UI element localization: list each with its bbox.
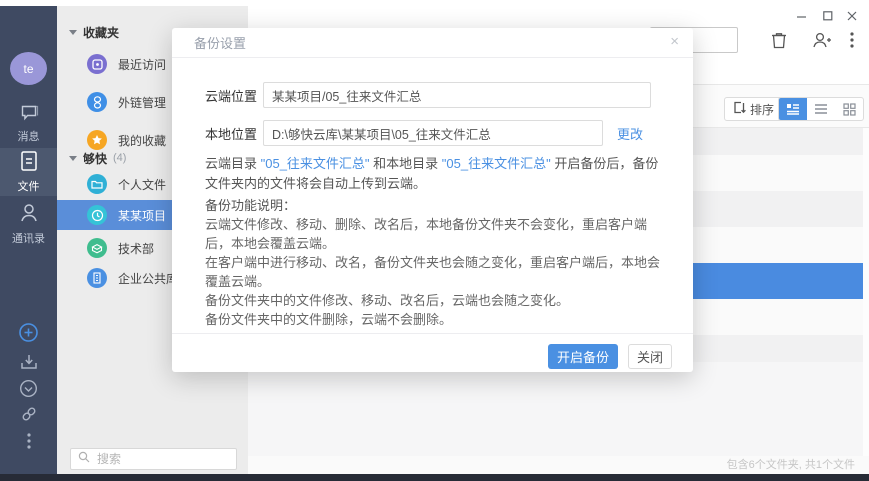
box-icon [87,238,107,258]
trash-button[interactable] [767,29,791,51]
intro-text: 云端目录 [205,156,261,171]
sort-label: 排序 [750,101,774,118]
kebab-menu-icon [27,433,31,454]
view-list-button[interactable] [807,98,835,120]
add-button[interactable] [0,322,57,348]
window-minimize-button[interactable] [791,8,813,24]
rail-item-messages[interactable]: 消息 [0,102,57,146]
rail-item-label: 消息 [18,128,40,144]
note-line: 备份文件夹中的文件删除，云端不会删除。 [205,310,665,329]
local-location-input[interactable] [263,120,603,146]
section-header-label: 够快 [83,150,107,167]
local-location-label: 本地位置 [205,120,257,146]
close-dialog-button[interactable]: 关闭 [628,344,672,369]
status-summary: 包含6个文件夹, 共1个文件 [727,456,855,472]
intro-text: 和本地目录 [370,156,442,171]
note-line: 备份文件夹中的文件修改、移动、改名后，云端也会随之变化。 [205,291,665,310]
cloud-folder-name: "05_往来文件汇总" [261,156,370,171]
recent-access-icon [87,54,107,74]
dialog-title: 备份设置 [194,33,246,52]
enable-backup-button[interactable]: 开启备份 [548,344,618,369]
sidebar-section-favorites[interactable]: 收藏夹 [69,22,119,42]
taskbar-strip [0,474,869,481]
arrow-down-circle-icon [19,379,38,403]
cloud-location-label: 云端位置 [205,82,257,108]
avatar[interactable]: te [10,52,47,85]
sort-button[interactable]: 排序 [724,97,783,121]
note-line: 云端文件修改、移动、删除、改名后，本地备份文件夹不会变化，重启客户端后，本地会覆… [205,215,665,253]
sidebar-item-label: 技术部 [118,240,154,257]
view-switcher [778,97,864,121]
link-icon [20,405,38,428]
sidebar-item-label: 企业公共库 [118,270,178,287]
rail-item-label: 通讯录 [12,230,45,246]
search-icon [78,450,90,468]
sort-icon [733,101,746,117]
person-icon [19,202,39,227]
caret-down-icon [69,156,77,161]
sidebar-item-label: 最近访问 [118,56,166,73]
window-maximize-button[interactable] [817,8,839,24]
rail-item-files[interactable]: 文件 [0,148,57,196]
change-location-link[interactable]: 更改 [617,120,643,146]
star-icon [87,130,107,150]
notes-heading: 备份功能说明： [205,195,296,214]
clock-icon [87,205,107,225]
file-list-background [248,362,863,456]
dialog-footer: 开启备份 关闭 [172,333,693,372]
window-close-button[interactable] [841,8,863,24]
sidebar-item-label: 个人文件 [118,176,166,193]
folder-icon [87,174,107,194]
note-line: 在客户端中进行移动、改名，备份文件夹也会随之变化，重启客户端后，本地会覆盖云端。 [205,253,665,291]
more-button[interactable] [0,433,57,454]
app-window: te 消息 文件 通讯录 [0,0,869,481]
backup-intro-text: 云端目录 "05_往来文件汇总" 和本地目录 "05_往来文件汇总" 开启备份后… [205,154,663,194]
caret-down-icon [69,30,77,35]
close-icon[interactable]: × [670,33,679,50]
message-bubble-icon [18,105,40,125]
library-count: (4) [113,152,126,164]
view-grid-button[interactable] [835,98,863,120]
sidebar-item-label: 某某项目 [118,207,166,224]
download-tray-icon [19,353,39,377]
updates-button[interactable] [0,379,57,403]
document-icon [19,150,39,175]
chain-link-icon [87,92,107,112]
cloud-location-input[interactable] [263,82,651,108]
backup-settings-dialog: 备份设置 × 云端位置 本地位置 更改 云端目录 "05_往来文件汇总" 和本地… [172,28,693,372]
sidebar-search[interactable] [70,448,237,470]
header-more-button[interactable] [840,29,864,51]
sidebar-section-library[interactable]: 够快 (4) [69,148,126,168]
dialog-titlebar: 备份设置 [172,28,693,58]
sidebar-item-label: 我的收藏 [118,132,166,149]
link-share-button[interactable] [0,405,57,428]
view-detail-button[interactable] [779,98,807,120]
import-button[interactable] [0,353,57,377]
building-icon [87,268,107,288]
sidebar-item-label: 外链管理 [118,94,166,111]
plus-circle-icon [18,322,39,348]
section-header-label: 收藏夹 [83,24,119,41]
rail-item-label: 文件 [18,178,40,194]
notes-list: 云端文件修改、移动、删除、改名后，本地备份文件夹不会变化，重启客户端后，本地会覆… [205,215,665,329]
local-folder-name: "05_往来文件汇总" [442,156,551,171]
add-member-button[interactable] [810,29,834,51]
search-input[interactable] [95,451,215,467]
left-rail: te 消息 文件 通讯录 [0,6,57,474]
scrollbar-track[interactable] [863,128,869,456]
rail-item-contacts[interactable]: 通讯录 [0,200,57,248]
